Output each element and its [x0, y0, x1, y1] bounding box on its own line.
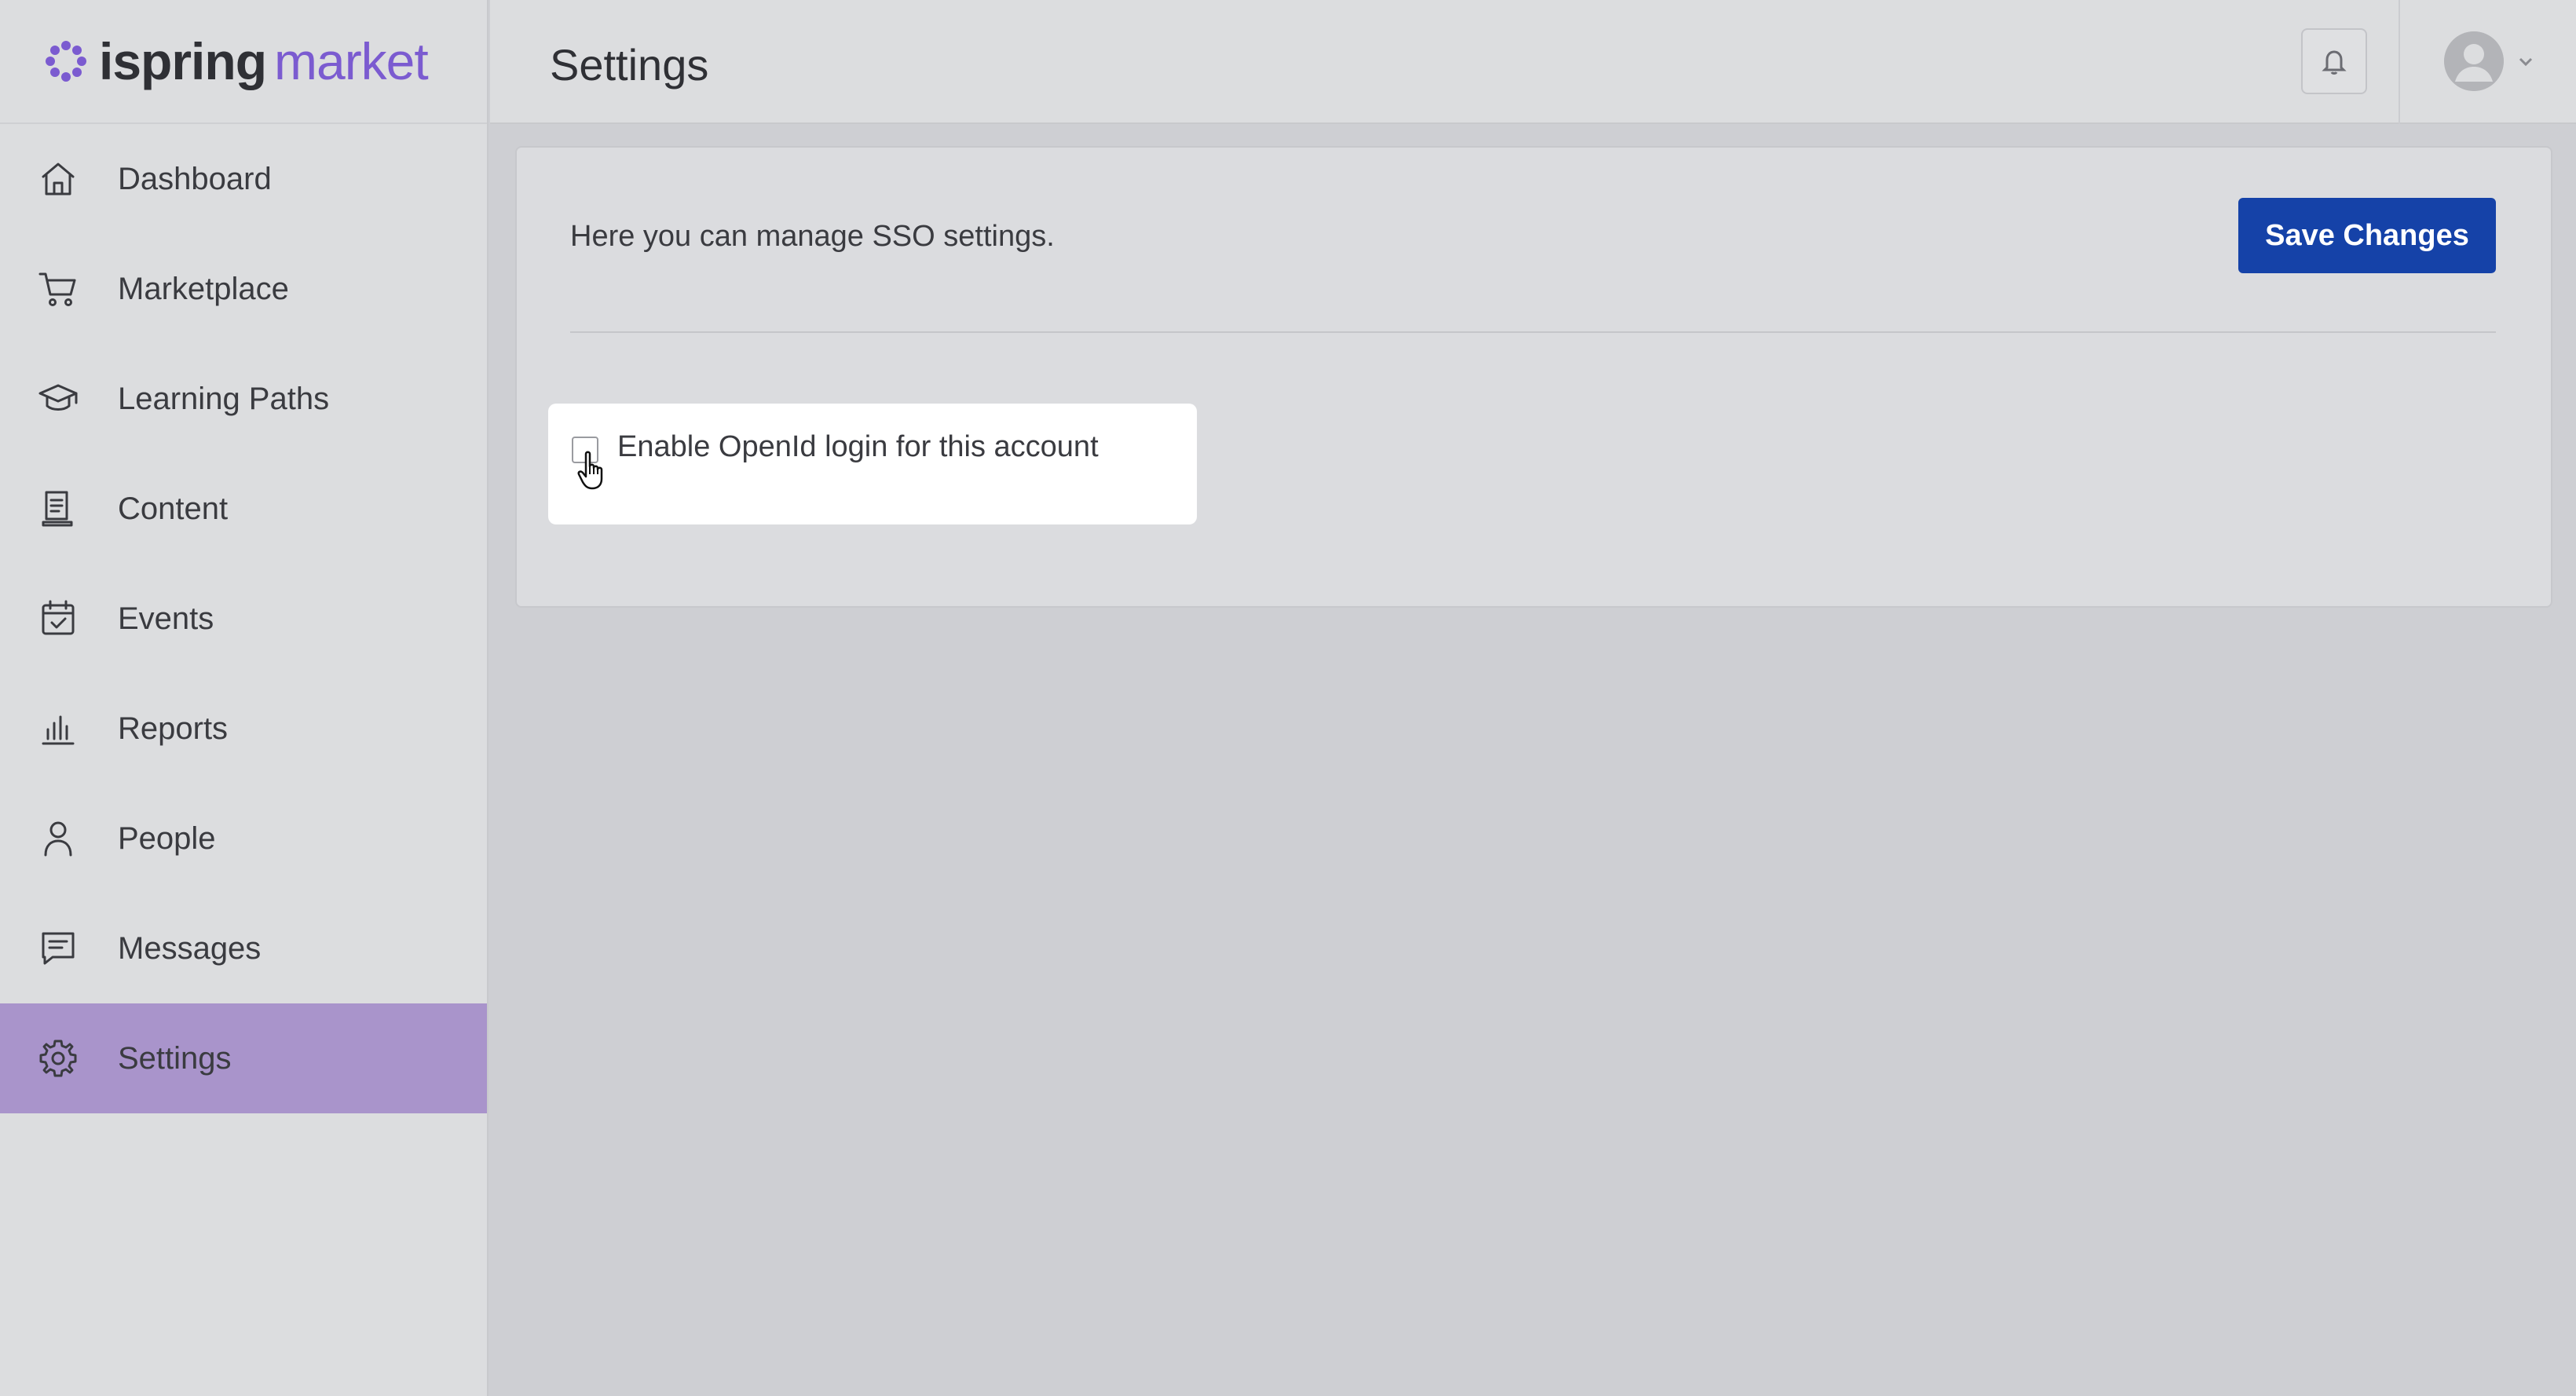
sidebar-nav: Dashboard Marketplace Learning Paths Con… — [0, 124, 487, 1113]
topbar-divider — [2399, 0, 2400, 124]
enable-openid-checkbox[interactable] — [572, 437, 598, 463]
sidebar-item-label: Settings — [118, 1040, 232, 1076]
sidebar-item-label: Reports — [118, 711, 229, 746]
sidebar-item-marketplace[interactable]: Marketplace — [0, 234, 487, 344]
enable-openid-label[interactable]: Enable OpenId login for this account — [617, 430, 1099, 464]
sidebar-item-label: Messages — [118, 930, 262, 966]
document-icon — [36, 487, 80, 531]
notifications-button[interactable] — [2301, 28, 2367, 94]
sidebar-item-events[interactable]: Events — [0, 564, 487, 674]
sidebar-item-label: Learning Paths — [118, 381, 330, 416]
gear-icon — [36, 1036, 80, 1080]
brand-name-market: market — [274, 32, 429, 90]
graduation-cap-icon — [36, 377, 80, 421]
sidebar-item-settings[interactable]: Settings — [0, 1003, 487, 1113]
sidebar-item-label: People — [118, 820, 216, 856]
sidebar-item-people[interactable]: People — [0, 784, 487, 894]
cart-icon — [36, 267, 80, 311]
person-icon — [36, 817, 80, 861]
bar-chart-icon — [36, 707, 80, 751]
sidebar-item-content[interactable]: Content — [0, 454, 487, 564]
sidebar-item-label: Events — [118, 601, 214, 636]
save-changes-button[interactable]: Save Changes — [2238, 198, 2496, 273]
sidebar-item-messages[interactable]: Messages — [0, 894, 487, 1003]
brand-name-ispring: ispring — [99, 32, 267, 90]
brand-logo[interactable]: ispring market — [0, 0, 487, 124]
page-title: Settings — [550, 40, 709, 90]
avatar-icon — [2444, 31, 2504, 91]
ispring-logo-icon — [46, 41, 86, 82]
sidebar-item-learning-paths[interactable]: Learning Paths — [0, 344, 487, 454]
sidebar-item-dashboard[interactable]: Dashboard — [0, 124, 487, 234]
panel-description: Here you can manage SSO settings. — [570, 220, 1055, 253]
panel-divider — [570, 331, 2496, 333]
bell-icon — [2322, 50, 2347, 75]
sidebar-item-label: Content — [118, 491, 229, 526]
top-bar: Settings — [490, 0, 2576, 124]
sidebar-item-label: Marketplace — [118, 271, 289, 306]
sidebar: ispring market Dashboard Marketplace Lea… — [0, 0, 488, 1396]
account-menu[interactable] — [2444, 28, 2537, 94]
sidebar-item-label: Dashboard — [118, 161, 272, 196]
sidebar-item-reports[interactable]: Reports — [0, 674, 487, 784]
calendar-check-icon — [36, 597, 80, 641]
app-window: ispring market Dashboard Marketplace Lea… — [0, 0, 2576, 1396]
message-icon — [36, 926, 80, 970]
sso-settings-panel: Here you can manage SSO settings. Save C… — [515, 146, 2552, 608]
home-icon — [36, 157, 80, 201]
openid-option-card: Enable OpenId login for this account — [548, 404, 1197, 524]
chevron-down-icon — [2515, 50, 2537, 72]
